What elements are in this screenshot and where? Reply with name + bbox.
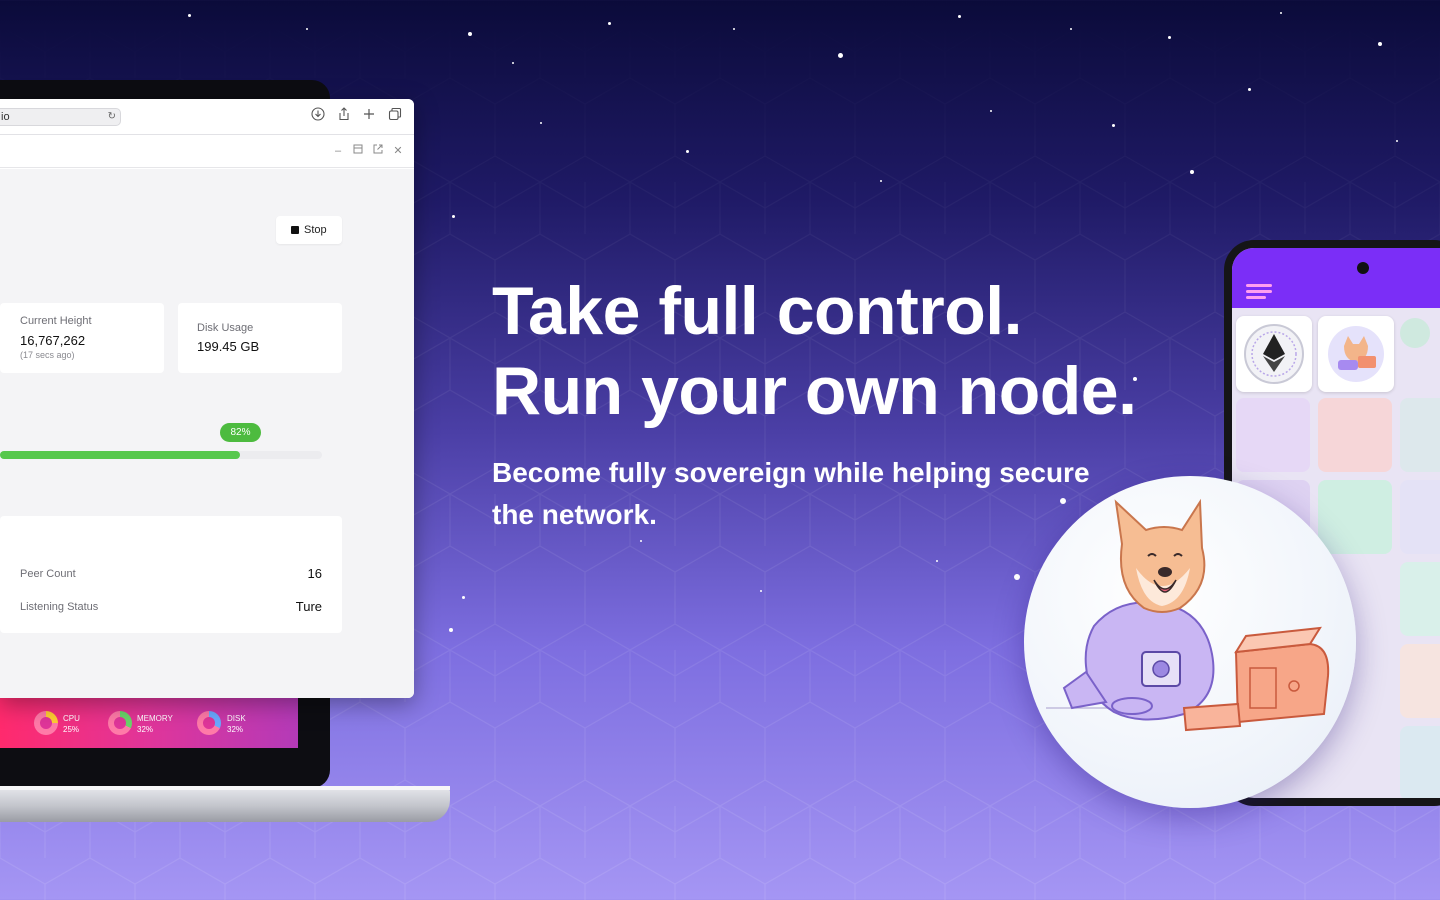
nft-tile[interactable] [1318,398,1392,472]
peer-status-card: Peer Count 16 Listening Status Ture [0,548,342,633]
node-app-window: io ↻ – ✕ Stop Current Height 16,767,262 … [0,99,414,698]
memory-label: MEMORY [137,714,173,723]
cpu-donut-icon [34,711,58,735]
plus-icon[interactable] [360,107,378,125]
mascot-circle [1024,476,1356,808]
nft-tile[interactable] [1400,562,1440,636]
disk-value: 32% [227,725,244,734]
ethereum-badge-card[interactable] [1236,316,1312,392]
sync-progress-fill [0,451,240,459]
headline-line-1: Take full control. [492,273,1023,349]
nft-tile[interactable] [1400,480,1440,554]
listening-status-value: Ture [295,599,322,614]
tile-partial [1400,318,1430,348]
disk-label: DISK [227,714,246,723]
cpu-value: 25% [63,725,80,734]
hero-subheadline: Become fully sovereign while helping sec… [492,457,1090,530]
shiba-node-card[interactable] [1318,316,1394,392]
disk-usage-value: 199.45 GB [197,339,260,354]
memory-donut-icon [108,711,132,735]
reload-icon[interactable]: ↻ [108,109,116,125]
nft-tile[interactable] [1236,398,1310,472]
browser-toolbar: io ↻ [0,99,414,135]
nft-tile[interactable] [1400,398,1440,472]
shiba-node-icon [1328,326,1384,382]
listening-status-label: Listening Status [20,601,99,613]
stop-button[interactable]: Stop [276,216,342,244]
nft-tile[interactable] [1400,726,1440,798]
hero-headline: Take full control. Run your own node. [492,271,1137,431]
cpu-label: CPU [63,714,80,723]
disk-usage-label: Disk Usage [197,322,254,334]
stop-icon [291,226,299,234]
current-height-value: 16,767,262 [20,333,86,348]
peer-count-label: Peer Count [20,568,76,580]
minimize-icon[interactable]: – [331,143,345,159]
disk-usage-card: Disk Usage 199.45 GB [178,303,342,373]
system-stats-bar: CPU 25% MEMORY 32% DISK 32% [0,698,298,748]
url-text: io [1,111,10,123]
phone-app-header [1232,248,1440,308]
sync-progress-track [0,451,322,459]
url-bar[interactable]: io ↻ [0,108,121,126]
shiba-astronaut-icon [1046,498,1330,732]
sync-percent-badge: 82% [220,423,261,442]
stop-label: Stop [304,224,327,236]
share-icon[interactable] [335,107,353,125]
download-icon[interactable] [309,107,327,125]
disk-donut-icon [197,711,221,735]
current-height-age: (17 secs ago) [20,350,75,360]
restore-icon[interactable] [351,143,365,159]
memory-value: 32% [137,725,154,734]
current-height-label: Current Height [20,315,92,327]
app-titlebar: – ✕ [0,136,414,168]
tabs-icon[interactable] [386,107,404,125]
ethereum-badge-icon [1244,324,1304,384]
camera-icon [1357,262,1369,274]
headline-line-2: Run your own node. [492,353,1137,429]
peer-count-value: 16 [307,566,322,581]
close-icon[interactable]: ✕ [391,143,405,159]
current-height-card: Current Height 16,767,262 (17 secs ago) [0,303,164,373]
popout-icon[interactable] [371,143,385,159]
laptop-base [0,786,450,822]
nft-tile[interactable] [1400,644,1440,718]
